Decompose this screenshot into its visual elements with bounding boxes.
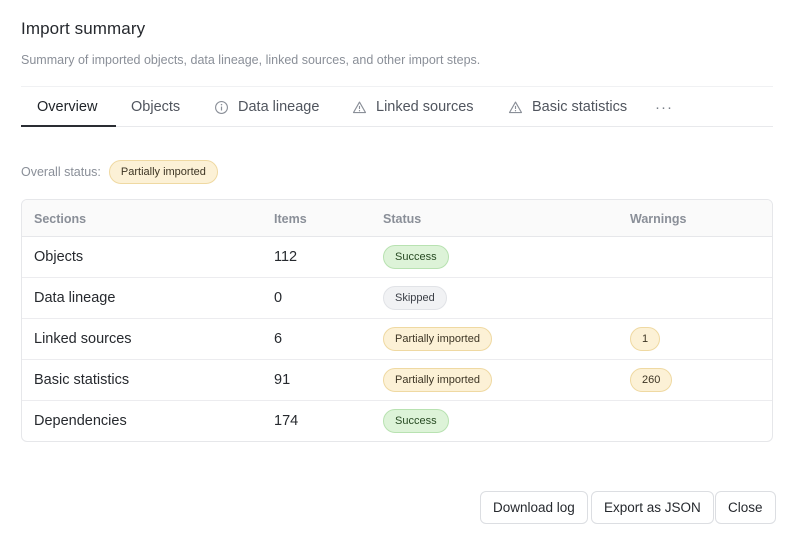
section-name: Dependencies — [34, 413, 127, 429]
status-badge: Success — [383, 245, 449, 269]
status-badge: Skipped — [383, 286, 447, 310]
column-header-warnings: Warnings — [630, 211, 687, 226]
column-header-items: Items — [274, 211, 307, 226]
section-name: Basic statistics — [34, 372, 130, 388]
items-count: 91 — [274, 372, 291, 388]
tab-basic-statistics[interactable]: Basic statistics — [508, 87, 627, 127]
column-header-sections: Sections — [34, 211, 87, 226]
warning-icon — [508, 100, 523, 115]
overall-status: Overall status: Partially imported — [21, 159, 218, 184]
status-cell: Success — [383, 401, 449, 441]
table-header: Sections Items Status Warnings — [22, 200, 772, 237]
status-cell: Partially imported — [383, 319, 492, 359]
warnings-count-badge: 1 — [630, 327, 661, 351]
more-tabs-button[interactable]: ··· — [655, 87, 673, 127]
items-count: 0 — [274, 290, 283, 306]
items-count: 6 — [274, 331, 283, 347]
tab-label: Data lineage — [238, 99, 320, 115]
table-row: Linked sources 6 Partially imported 1 — [22, 319, 772, 360]
table-row: Objects 112 Success — [22, 237, 772, 278]
tab-linked-sources[interactable]: Linked sources — [352, 87, 474, 127]
column-header-status: Status — [383, 211, 422, 226]
status-cell: Skipped — [383, 278, 447, 318]
tab-overview[interactable]: Overview — [37, 87, 97, 127]
section-name: Data lineage — [34, 290, 116, 306]
tab-label: Objects — [131, 99, 181, 115]
active-tab-indicator — [21, 125, 116, 127]
items-count: 174 — [274, 413, 299, 429]
sections-table: Sections Items Status Warnings Objects 1… — [21, 199, 773, 442]
section-name: Objects — [34, 249, 84, 265]
download-log-button[interactable]: Download log — [480, 491, 588, 524]
status-badge: Partially imported — [383, 368, 492, 392]
tab-objects[interactable]: Objects — [131, 87, 180, 127]
warnings-cell: 1 — [630, 319, 661, 359]
tab-bar: Overview Objects Data lineage Linked sou… — [21, 86, 773, 127]
tab-label: Basic statistics — [532, 99, 628, 115]
section-name: Linked sources — [34, 331, 132, 347]
warnings-count-badge: 260 — [630, 368, 673, 392]
tab-label: Linked sources — [376, 99, 474, 115]
overall-status-label: Overall status: — [21, 164, 101, 179]
status-badge: Partially imported — [383, 327, 492, 351]
status-badge: Partially imported — [108, 159, 218, 184]
tab-label: Overview — [37, 99, 98, 115]
table-row: Data lineage 0 Skipped — [22, 278, 772, 319]
status-badge: Success — [383, 409, 449, 433]
export-json-button[interactable]: Export as JSON — [591, 491, 714, 524]
warnings-cell: 260 — [630, 360, 673, 400]
warning-icon — [352, 100, 367, 115]
items-count: 112 — [274, 249, 298, 265]
info-icon — [214, 100, 229, 115]
table-row: Basic statistics 91 Partially imported 2… — [22, 360, 772, 401]
dialog-subtitle: Summary of imported objects, data lineag… — [21, 53, 481, 67]
tab-data-lineage[interactable]: Data lineage — [214, 87, 319, 127]
dialog-title: Import summary — [21, 19, 146, 38]
status-cell: Success — [383, 237, 449, 277]
status-cell: Partially imported — [383, 360, 492, 400]
close-button[interactable]: Close — [715, 491, 776, 524]
table-row: Dependencies 174 Success — [22, 401, 772, 441]
import-summary-dialog: Import summary Summary of imported objec… — [0, 0, 792, 540]
